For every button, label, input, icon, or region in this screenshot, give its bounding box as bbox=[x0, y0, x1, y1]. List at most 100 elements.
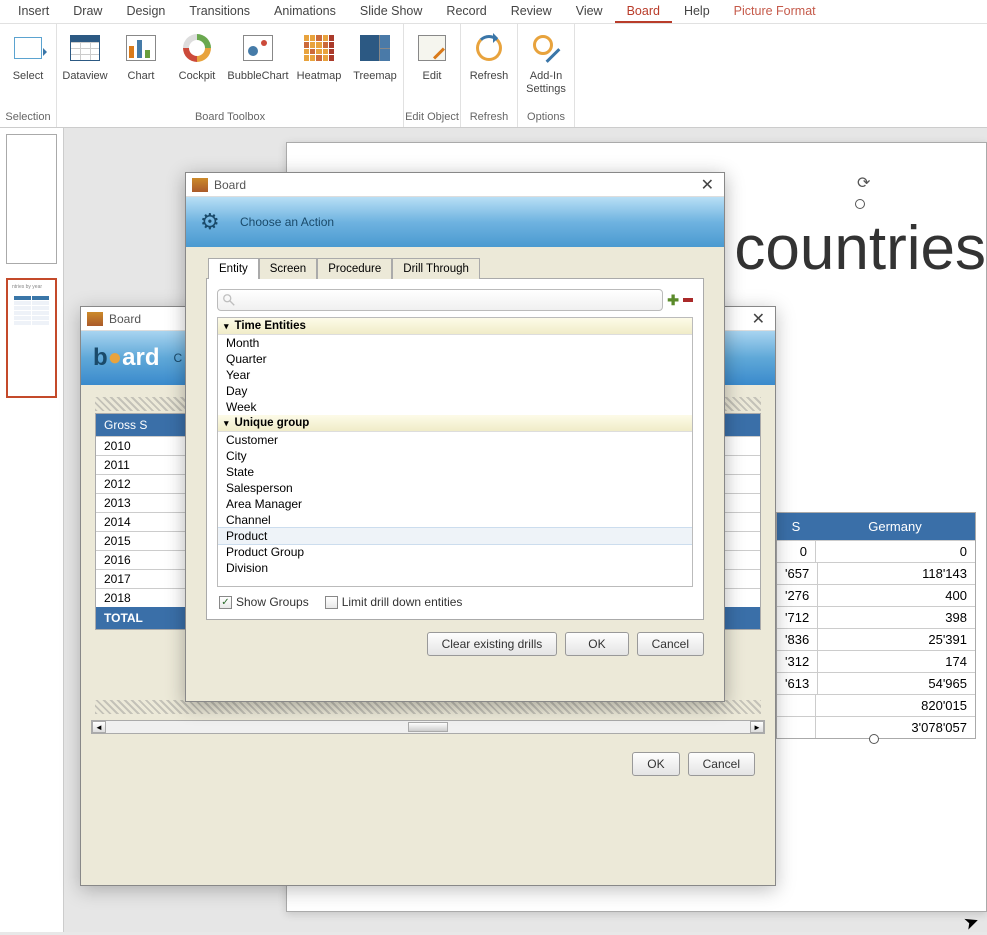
tab-help[interactable]: Help bbox=[672, 0, 722, 23]
remove-icon[interactable] bbox=[683, 298, 693, 302]
selection-handle[interactable] bbox=[855, 199, 865, 209]
show-groups-label: Show Groups bbox=[236, 595, 309, 609]
edit-button[interactable]: Edit bbox=[404, 26, 460, 108]
entity-item[interactable]: Quarter bbox=[218, 351, 692, 367]
slide-thumb-2[interactable]: ntries by year bbox=[6, 278, 57, 398]
table-row: '712398 bbox=[777, 606, 975, 628]
entity-item[interactable]: Area Manager bbox=[218, 496, 692, 512]
entity-item[interactable]: Division bbox=[218, 560, 692, 576]
cancel-button[interactable]: Cancel bbox=[637, 632, 704, 656]
gear-icon: ⚙ bbox=[200, 210, 224, 234]
table-header-germany: Germany bbox=[815, 513, 975, 540]
entity-item[interactable]: Salesperson bbox=[218, 480, 692, 496]
entity-item[interactable]: Year bbox=[218, 367, 692, 383]
entity-item[interactable]: State bbox=[218, 464, 692, 480]
[interactable]: ✕ bbox=[697, 175, 718, 195]
dialog-banner: ⚙ Choose an Action bbox=[186, 197, 724, 247]
tab-entity[interactable]: Entity bbox=[208, 258, 259, 279]
treemap-icon bbox=[360, 35, 390, 61]
ribbon-group-refresh: Refresh Refresh bbox=[461, 24, 518, 127]
entity-item[interactable]: Channel bbox=[218, 512, 692, 528]
slide-title-text: f countries bbox=[700, 213, 986, 284]
dialog-title: Board bbox=[109, 312, 141, 326]
ok-button[interactable]: OK bbox=[565, 632, 628, 656]
bubblechart-button[interactable]: BubbleChart bbox=[225, 26, 291, 108]
tab-transitions[interactable]: Transitions bbox=[177, 0, 262, 23]
tab-drill-through[interactable]: Drill Through bbox=[392, 258, 480, 279]
show-groups-checkbox[interactable]: ✓Show Groups bbox=[219, 595, 309, 609]
dialog-titlebar[interactable]: Board ✕ bbox=[186, 173, 724, 197]
board-app-icon bbox=[87, 312, 103, 326]
thumb-caption: ntries by year bbox=[10, 282, 53, 292]
tab-review[interactable]: Review bbox=[499, 0, 564, 23]
entity-item[interactable]: Product Group bbox=[218, 544, 692, 560]
table-row: '61354'965 bbox=[777, 672, 975, 694]
ribbon-tabs: Insert Draw Design Transitions Animation… bbox=[0, 0, 987, 24]
entity-item[interactable]: Month bbox=[218, 335, 692, 351]
tab-view[interactable]: View bbox=[564, 0, 615, 23]
tab-animations[interactable]: Animations bbox=[262, 0, 348, 23]
select-button[interactable]: Select bbox=[0, 26, 56, 108]
limit-drill-checkbox[interactable]: Limit drill down entities bbox=[325, 595, 463, 609]
search-field[interactable] bbox=[236, 293, 658, 307]
entity-item[interactable]: City bbox=[218, 448, 692, 464]
treemap-button[interactable]: Treemap bbox=[347, 26, 403, 108]
chart-icon bbox=[126, 35, 156, 61]
slide-thumbnail-pane[interactable]: ntries by year bbox=[0, 128, 64, 932]
entity-item[interactable]: Product bbox=[217, 527, 693, 545]
slide-thumb-1[interactable] bbox=[6, 134, 57, 264]
hatched-strip bbox=[95, 700, 761, 714]
edit-icon bbox=[418, 35, 446, 61]
refresh-icon bbox=[476, 35, 502, 61]
table-row: '312174 bbox=[777, 650, 975, 672]
dialog-tabs: Entity Screen Procedure Drill Through bbox=[186, 247, 724, 278]
data-table-right: SGermany 00'657118'143'276400'712398'836… bbox=[776, 512, 976, 739]
entity-list[interactable]: ▾Time EntitiesMonthQuarterYearDayWeek▾Un… bbox=[217, 317, 693, 587]
tab-procedure[interactable]: Procedure bbox=[317, 258, 392, 279]
add-icon[interactable]: ✚ bbox=[667, 292, 679, 309]
tab-record[interactable]: Record bbox=[434, 0, 498, 23]
chart-button[interactable]: Chart bbox=[113, 26, 169, 108]
tab-design[interactable]: Design bbox=[114, 0, 177, 23]
group-label-selection: Selection bbox=[0, 108, 56, 127]
horizontal-scrollbar[interactable]: ◄ ► bbox=[91, 720, 765, 734]
tab-board[interactable]: Board bbox=[615, 0, 672, 23]
entity-group-header[interactable]: ▾Time Entities bbox=[218, 318, 692, 335]
addin-settings-button[interactable]: Add-In Settings bbox=[518, 26, 574, 108]
dialog-title: Board bbox=[214, 178, 246, 192]
chevron-down-icon: ▾ bbox=[224, 321, 229, 332]
heatmap-button[interactable]: Heatmap bbox=[291, 26, 347, 108]
choose-action-dialog: Board ✕ ⚙ Choose an Action Entity Screen… bbox=[185, 172, 725, 702]
refresh-button[interactable]: Refresh bbox=[461, 26, 517, 108]
dataview-icon bbox=[70, 35, 100, 61]
settings-icon bbox=[533, 35, 559, 61]
tab-screen[interactable]: Screen bbox=[259, 258, 317, 279]
entity-item[interactable]: Week bbox=[218, 399, 692, 415]
tab-insert[interactable]: Insert bbox=[6, 0, 61, 23]
scroll-right-icon[interactable]: ► bbox=[750, 721, 764, 733]
entity-group-header[interactable]: ▾Unique group bbox=[218, 415, 692, 432]
selection-handle[interactable] bbox=[869, 734, 879, 744]
search-input[interactable] bbox=[217, 289, 663, 311]
tab-slideshow[interactable]: Slide Show bbox=[348, 0, 435, 23]
entity-item[interactable]: Day bbox=[218, 383, 692, 399]
group-label-toolbox: Board Toolbox bbox=[57, 108, 403, 127]
bubble-icon bbox=[243, 35, 273, 61]
select-icon bbox=[14, 37, 42, 59]
scroll-thumb[interactable] bbox=[408, 722, 448, 732]
tab-draw[interactable]: Draw bbox=[61, 0, 114, 23]
clear-drills-button[interactable]: Clear existing drills bbox=[427, 632, 558, 656]
tab-picture-format[interactable]: Picture Format bbox=[722, 0, 828, 23]
cockpit-button[interactable]: Cockpit bbox=[169, 26, 225, 108]
scroll-left-icon[interactable]: ◄ bbox=[92, 721, 106, 733]
ok-button[interactable]: OK bbox=[632, 752, 679, 776]
dataview-button[interactable]: Dataview bbox=[57, 26, 113, 108]
close-icon[interactable]: ✕ bbox=[748, 309, 769, 329]
chevron-down-icon: ▾ bbox=[224, 418, 229, 429]
entity-item[interactable]: Customer bbox=[218, 432, 692, 448]
group-label-refresh: Refresh bbox=[461, 108, 517, 127]
cancel-button[interactable]: Cancel bbox=[688, 752, 755, 776]
rotate-handle-icon[interactable]: ⟳ bbox=[857, 173, 870, 193]
ribbon-group-selection: Select Selection bbox=[0, 24, 57, 127]
heatmap-icon bbox=[304, 35, 334, 61]
